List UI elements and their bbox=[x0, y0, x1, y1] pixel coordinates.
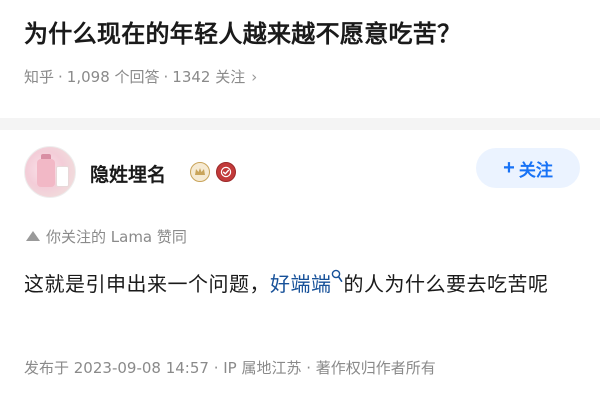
meta-separator: · bbox=[58, 67, 63, 86]
crown-badge-icon bbox=[190, 162, 210, 182]
upvote-triangle-icon bbox=[26, 231, 40, 241]
publish-info: 发布于 2023-09-08 14:57 · IP 属地江苏 · 著作权归作者所… bbox=[24, 359, 436, 377]
follow-button[interactable]: + 关注 bbox=[476, 148, 580, 188]
chevron-right-icon: › bbox=[251, 67, 258, 86]
avatar-bottle bbox=[37, 159, 55, 187]
answer-count: 1,098 个回答 bbox=[66, 68, 160, 86]
question-header: 为什么现在的年轻人越来越不愿意吃苦？ 知乎 · 1,098 个回答 · 1342… bbox=[0, 0, 600, 118]
author-name[interactable]: 隐姓埋名 bbox=[90, 160, 166, 187]
avatar-box bbox=[56, 166, 69, 187]
search-icon bbox=[331, 270, 342, 283]
meta-separator: · bbox=[163, 67, 169, 86]
verified-check-icon bbox=[216, 162, 236, 182]
voter-text: 你关注的 Lama 赞同 bbox=[46, 228, 187, 246]
content-text: 这就是引申出来一个问题， bbox=[24, 272, 270, 296]
content-text: 的人为什么要去吃苦呢 bbox=[343, 272, 549, 296]
avatar[interactable] bbox=[24, 146, 76, 198]
plus-icon: + bbox=[503, 157, 515, 179]
follower-count: 1342 关注 bbox=[172, 68, 246, 86]
source-label: 知乎 bbox=[24, 68, 55, 86]
keyword-link[interactable]: 好端端 bbox=[270, 270, 344, 296]
keyword-link-text: 好端端 bbox=[270, 272, 332, 296]
question-meta[interactable]: 知乎 · 1,098 个回答 · 1342 关注 › bbox=[24, 66, 257, 87]
answer-card: 隐姓埋名 + 关注 你关注的 Lama 赞同 这就是引申出来一个问题，好端端 的人… bbox=[0, 130, 600, 405]
section-divider bbox=[0, 118, 600, 130]
author-row: 隐姓埋名 + 关注 bbox=[24, 146, 580, 206]
question-title[interactable]: 为什么现在的年轻人越来越不愿意吃苦？ bbox=[24, 14, 461, 49]
answer-content[interactable]: 这就是引申出来一个问题，好端端 的人为什么要去吃苦呢 bbox=[24, 266, 576, 302]
follow-button-label: 关注 bbox=[518, 160, 553, 180]
voter-line[interactable]: 你关注的 Lama 赞同 bbox=[26, 226, 187, 247]
